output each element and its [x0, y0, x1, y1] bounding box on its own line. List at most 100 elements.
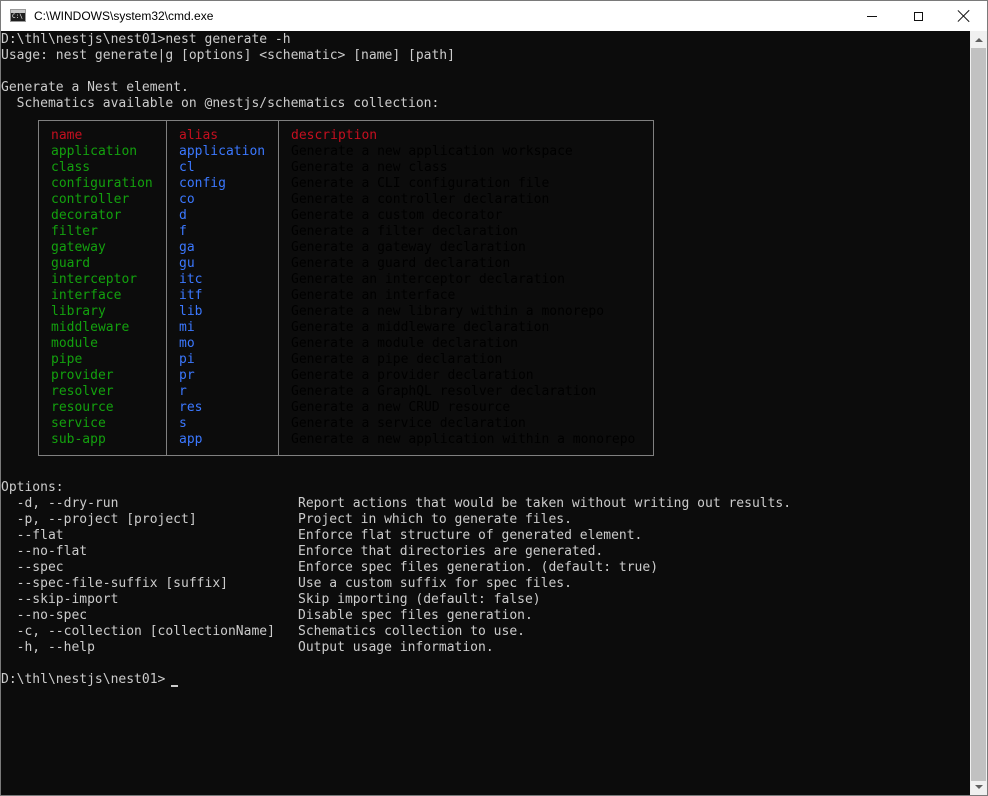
- row-name: resolver: [51, 384, 114, 399]
- cmd-window: C:\ C:\WINDOWS\system32\cmd.exe D:\thl\n…: [0, 0, 988, 796]
- row-name: gateway: [51, 240, 106, 255]
- row-alias: itc: [179, 272, 203, 287]
- row-description: Generate a GraphQL resolver declaration: [291, 384, 597, 399]
- row-description: Generate a guard declaration: [291, 256, 511, 271]
- option-description: Output usage information.: [298, 640, 494, 655]
- minimize-icon: [867, 15, 877, 17]
- option-description: Disable spec files generation.: [298, 608, 533, 623]
- text-cursor: [171, 685, 178, 687]
- header-description: description: [291, 128, 378, 143]
- row-name: guard: [51, 256, 91, 271]
- option-description: Use a custom suffix for spec files.: [298, 576, 572, 591]
- scroll-thumb[interactable]: [971, 48, 986, 781]
- row-description: Generate a controller declaration: [291, 192, 550, 207]
- column-separator: [278, 121, 279, 455]
- option-description: Enforce spec files generation. (default:…: [298, 560, 659, 575]
- row-alias: mi: [179, 320, 195, 335]
- usage-line: Usage: nest generate|g [options] <schema…: [1, 48, 455, 63]
- option-description: Report actions that would be taken witho…: [298, 496, 792, 511]
- option-description: Enforce flat structure of generated elem…: [298, 528, 643, 543]
- row-alias: pr: [179, 368, 195, 383]
- row-name: module: [51, 336, 98, 351]
- command-line: D:\thl\nestjs\nest01>nest generate -h: [1, 32, 291, 47]
- arrow-down-icon: [974, 784, 983, 789]
- options-header: Options:: [1, 480, 64, 495]
- header-name: name: [51, 128, 83, 143]
- row-name: middleware: [51, 320, 130, 335]
- title-bar[interactable]: C:\ C:\WINDOWS\system32\cmd.exe: [1, 1, 987, 31]
- option-description: Schematics collection to use.: [298, 624, 525, 639]
- row-description: Generate an interface: [291, 288, 456, 303]
- row-alias: gu: [179, 256, 195, 271]
- option-flag: --flat: [1, 528, 64, 543]
- row-alias: mo: [179, 336, 195, 351]
- row-alias: itf: [179, 288, 203, 303]
- option-flag: --no-spec: [1, 608, 88, 623]
- row-description: Generate a middleware declaration: [291, 320, 550, 335]
- minimize-button[interactable]: [849, 1, 895, 31]
- row-alias: lib: [179, 304, 203, 319]
- option-description: Project in which to generate files.: [298, 512, 572, 527]
- scroll-up-button[interactable]: [970, 31, 987, 48]
- row-description: Generate a provider declaration: [291, 368, 534, 383]
- row-name: service: [51, 416, 106, 431]
- maximize-icon: [913, 11, 923, 21]
- row-name: class: [51, 160, 91, 175]
- row-alias: pi: [179, 352, 195, 367]
- row-name: application: [51, 144, 138, 159]
- row-name: interceptor: [51, 272, 138, 287]
- row-name: interface: [51, 288, 122, 303]
- close-button[interactable]: [941, 1, 987, 31]
- row-description: Generate a custom decorator: [291, 208, 503, 223]
- row-alias: r: [179, 384, 187, 399]
- row-name: decorator: [51, 208, 122, 223]
- scroll-down-button[interactable]: [970, 778, 987, 795]
- option-flag: -p, --project [project]: [1, 512, 197, 527]
- console-output[interactable]: D:\thl\nestjs\nest01>nest generate -h Us…: [1, 31, 970, 795]
- cmd-icon-text: C:\: [12, 13, 23, 20]
- option-flag: -h, --help: [1, 640, 95, 655]
- option-description: Enforce that directories are generated.: [298, 544, 604, 559]
- row-name: provider: [51, 368, 114, 383]
- option-flag: --spec: [1, 560, 64, 575]
- description-line: Generate a Nest element.: [1, 80, 189, 95]
- row-description: Generate a new application within a mono…: [291, 432, 636, 447]
- row-description: Generate a new CRUD resource: [291, 400, 511, 415]
- header-alias: alias: [179, 128, 219, 143]
- close-icon: [958, 10, 970, 22]
- cmd-icon: C:\: [10, 9, 26, 22]
- row-name: sub-app: [51, 432, 106, 447]
- schematics-table: name alias description application applic…: [38, 120, 654, 456]
- arrow-up-icon: [974, 37, 983, 42]
- row-description: Generate a new application workspace: [291, 144, 573, 159]
- row-name: controller: [51, 192, 130, 207]
- option-flag: --no-flat: [1, 544, 88, 559]
- row-description: Generate a CLI configuration file: [291, 176, 550, 191]
- row-name: resource: [51, 400, 114, 415]
- row-alias: res: [179, 400, 203, 415]
- row-description: Generate a service declaration: [291, 416, 526, 431]
- option-description: Skip importing (default: false): [298, 592, 541, 607]
- row-name: configuration: [51, 176, 153, 191]
- row-alias: f: [179, 224, 187, 239]
- row-alias: s: [179, 416, 187, 431]
- row-name: library: [51, 304, 106, 319]
- row-description: Generate a pipe declaration: [291, 352, 503, 367]
- vertical-scrollbar[interactable]: [970, 31, 987, 795]
- row-description: Generate a gateway declaration: [291, 240, 526, 255]
- row-description: Generate a new class: [291, 160, 448, 175]
- option-flag: --skip-import: [1, 592, 119, 607]
- option-flag: --spec-file-suffix [suffix]: [1, 576, 228, 591]
- row-alias: app: [179, 432, 203, 447]
- prompt-line: D:\thl\nestjs\nest01>: [1, 672, 166, 687]
- row-alias: co: [179, 192, 195, 207]
- row-alias: config: [179, 176, 226, 191]
- row-description: Generate an interceptor declaration: [291, 272, 565, 287]
- row-name: filter: [51, 224, 98, 239]
- maximize-button[interactable]: [895, 1, 941, 31]
- row-alias: cl: [179, 160, 195, 175]
- row-alias: d: [179, 208, 187, 223]
- window-title: C:\WINDOWS\system32\cmd.exe: [34, 9, 214, 23]
- column-separator: [166, 121, 167, 455]
- row-description: Generate a filter declaration: [291, 224, 518, 239]
